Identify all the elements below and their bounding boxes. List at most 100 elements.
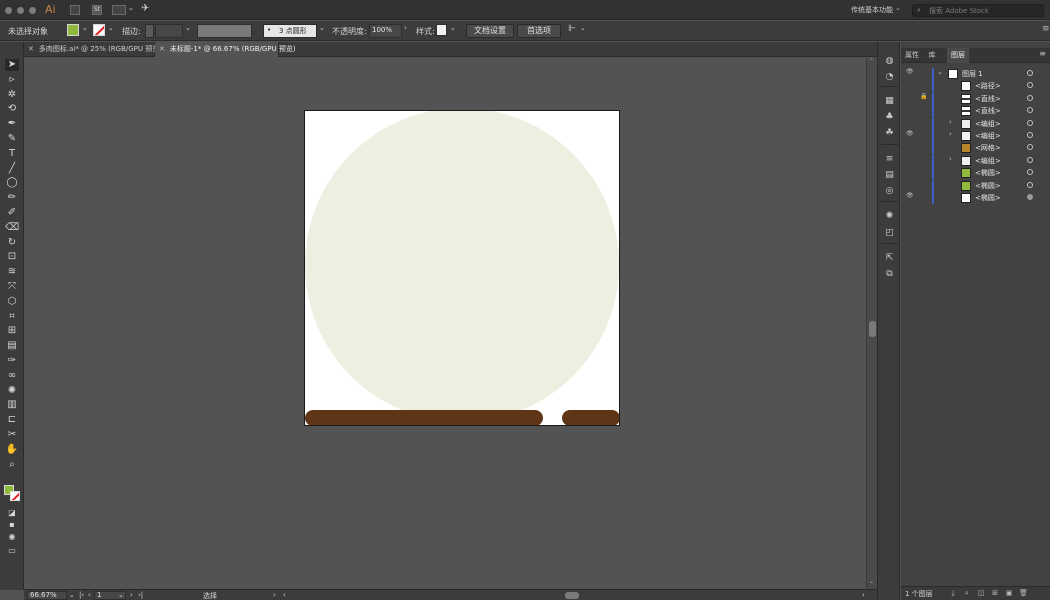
stock-search-input[interactable] [929, 6, 1039, 16]
shape-builder-icon[interactable]: ⬡ [5, 296, 19, 308]
target-icon[interactable] [1027, 181, 1033, 188]
sublayer-row[interactable]: <路径> [901, 80, 1050, 93]
chevron-down-icon[interactable]: ⌄ [185, 24, 191, 32]
screen-mode-icon[interactable]: ▭ [5, 545, 19, 557]
type-tool-icon[interactable]: T [5, 148, 19, 160]
chevron-down-icon[interactable]: ⌄ [82, 24, 88, 32]
bridge-icon[interactable] [70, 5, 80, 15]
panel-menu-icon[interactable]: ≡ [1039, 49, 1046, 58]
eraser-icon[interactable]: ⌫ [5, 222, 19, 234]
rotate-tool-icon[interactable]: ↻ [5, 237, 19, 249]
hand-tool-icon[interactable]: ✋ [5, 444, 19, 456]
gradient-icon[interactable]: ▤ [883, 170, 896, 181]
sublayer-row[interactable]: 👁 <椭圆> [901, 192, 1050, 204]
close-icon[interactable]: ✕ [28, 45, 34, 53]
next-artboard-icon[interactable]: › [130, 591, 133, 599]
artboard[interactable] [304, 110, 620, 426]
target-icon[interactable] [1027, 144, 1033, 151]
zoom-window-button[interactable] [29, 7, 36, 14]
chevron-right-icon[interactable]: › [404, 24, 407, 32]
chevron-down-icon[interactable]: ⌄ [450, 24, 456, 32]
visibility-icon[interactable]: 👁 [906, 192, 914, 199]
symbols-icon[interactable]: ♣ [883, 112, 896, 123]
target-icon[interactable] [1027, 132, 1033, 138]
locate-object-icon[interactable]: ⌕ [963, 589, 971, 597]
magic-wand-icon[interactable]: ✲ [5, 89, 19, 101]
paintbrush-icon[interactable]: ✏ [5, 192, 19, 204]
mesh-tool-icon[interactable]: ⊞ [5, 325, 19, 337]
transparency-icon[interactable]: ◎ [883, 186, 896, 197]
artboards-icon[interactable]: ⧉ [883, 269, 896, 280]
vertical-scroll-thumb[interactable] [869, 321, 876, 337]
chevron-down-icon[interactable]: ⌄ [118, 591, 124, 599]
ellipse-tool-icon[interactable]: ◯ [5, 177, 19, 189]
zoom-tool-icon[interactable]: ⌕ [5, 459, 19, 471]
scroll-down-icon[interactable]: ⌄ [869, 578, 874, 585]
doc-tab-0[interactable]: ✕ 多肉图标.ai* @ 25% (RGB/GPU 预览) [24, 42, 162, 57]
panel-menu-icon[interactable]: ≡ [1042, 24, 1050, 34]
stroke-indicator[interactable] [10, 491, 20, 501]
target-icon[interactable] [1027, 82, 1033, 89]
variable-width-profile[interactable] [197, 24, 252, 38]
appearance-icon[interactable]: ✺ [883, 211, 896, 222]
visibility-icon[interactable]: 👁 [906, 68, 914, 75]
column-graph-icon[interactable]: ▥ [5, 399, 19, 411]
free-transform-icon[interactable]: ⤧ [5, 281, 19, 293]
shaper-tool-icon[interactable]: ✐ [5, 207, 19, 219]
gradient-tool-icon[interactable]: ▤ [5, 340, 19, 352]
stock-icon[interactable]: St [92, 5, 102, 15]
target-icon[interactable] [1027, 119, 1033, 126]
close-window-button[interactable] [5, 7, 12, 14]
scroll-right-icon[interactable]: › [862, 591, 865, 599]
symbol-sprayer-icon[interactable]: ✺ [5, 385, 19, 397]
chevron-right-icon[interactable]: › [949, 130, 952, 138]
visibility-icon[interactable]: 👁 [906, 130, 914, 137]
color-guide-icon[interactable]: ◔ [883, 72, 896, 83]
chevron-down-icon[interactable]: ⌄ [128, 4, 134, 12]
scroll-left-icon[interactable]: ‹ [283, 591, 286, 599]
align-icon[interactable]: ⊩ [568, 24, 576, 34]
last-artboard-icon[interactable]: ›| [138, 591, 143, 599]
chevron-down-icon[interactable]: ⌄ [319, 24, 325, 32]
status-menu-icon[interactable]: › [273, 591, 276, 599]
workspace-switcher[interactable]: 传统基本功能 [851, 5, 893, 15]
sublayer-row[interactable]: <椭圆> [901, 167, 1050, 180]
target-icon[interactable] [1027, 156, 1033, 163]
drawing-mode-icon[interactable]: ◉ [5, 531, 19, 543]
sublayer-row[interactable]: › <编组> [901, 154, 1050, 167]
document-setup-button[interactable]: 文档设置 [466, 24, 514, 38]
direct-selection-tool-icon[interactable]: ▹ [5, 74, 19, 86]
new-sublayer-icon[interactable]: ⊞ [991, 589, 999, 597]
eyedropper-icon[interactable]: ✑ [5, 355, 19, 367]
color-mode-icon[interactable]: ▪ [5, 519, 19, 531]
warp-tool-icon[interactable]: ≋ [5, 266, 19, 278]
sublayer-row[interactable]: <网格> [901, 142, 1050, 155]
sublayer-row[interactable]: › <编组> [901, 117, 1050, 130]
curvature-tool-icon[interactable]: ✎ [5, 133, 19, 145]
swatches-icon[interactable]: ▦ [883, 96, 896, 107]
arrange-documents-icon[interactable] [112, 5, 126, 15]
line-tool-icon[interactable]: ╱ [5, 163, 19, 175]
target-icon[interactable] [1027, 94, 1033, 101]
first-artboard-icon[interactable]: |‹ [79, 591, 84, 599]
stroke-icon[interactable]: ≡ [883, 154, 896, 165]
pen-tool-icon[interactable]: ✒ [5, 118, 19, 130]
gpu-performance-icon[interactable]: ✈ [141, 3, 149, 14]
vertical-scrollbar[interactable]: ⌃ ⌄ [866, 58, 877, 589]
clipping-mask-icon[interactable]: ◫ [977, 589, 985, 597]
close-icon[interactable]: ✕ [159, 45, 165, 53]
slice-tool-icon[interactable]: ✂ [5, 429, 19, 441]
fill-color-swatch[interactable] [67, 24, 79, 36]
sublayer-row[interactable]: 🔒 <直线> [901, 92, 1050, 105]
chevron-down-icon[interactable]: ⌄ [895, 4, 901, 12]
stroke-weight-field[interactable] [155, 24, 183, 38]
layer-row[interactable]: 👁 ⌄ 图层 1 [901, 68, 1050, 80]
target-icon[interactable] [1027, 107, 1033, 114]
doc-tab-1[interactable]: ✕ 未标题-1* @ 66.67% (RGB/GPU 预览) [155, 42, 296, 57]
blend-tool-icon[interactable]: ∞ [5, 370, 19, 382]
new-layer-icon[interactable]: ▣ [1005, 589, 1013, 597]
target-icon[interactable] [1027, 169, 1033, 176]
previous-artboard-icon[interactable]: ‹ [88, 591, 91, 599]
perspective-grid-icon[interactable]: ⌗ [5, 311, 19, 323]
chevron-right-icon[interactable]: › [949, 118, 952, 126]
